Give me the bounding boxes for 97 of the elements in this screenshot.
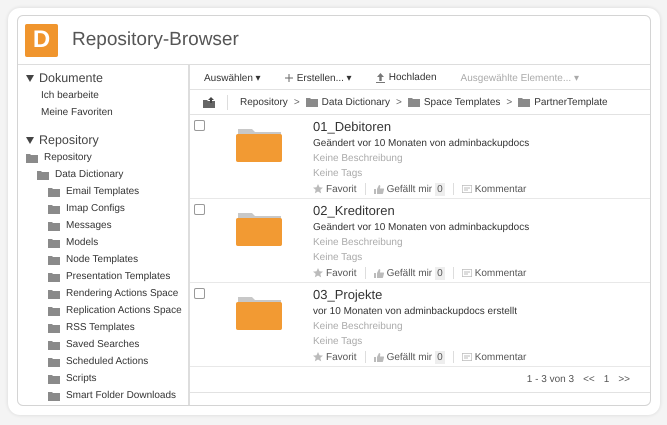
favorite-link[interactable]: Favorit xyxy=(326,352,357,363)
pagination-summary: 1 - 3 von 3 xyxy=(526,374,574,385)
tree-item[interactable]: Rendering Actions Space xyxy=(66,288,178,299)
app-logo: D xyxy=(25,24,58,56)
folder-icon xyxy=(48,356,60,366)
tree-item[interactable]: Repository xyxy=(44,152,92,163)
folder-name-link[interactable]: 03_Projekte xyxy=(313,287,526,304)
tree-item[interactable]: Imap Configs xyxy=(66,203,125,214)
previous-page-link[interactable]: << xyxy=(583,374,595,385)
breadcrumb-link[interactable]: Space Templates xyxy=(424,96,500,108)
description-text: Keine Beschreibung xyxy=(313,320,403,332)
checkbox[interactable] xyxy=(194,204,205,215)
toolbar-button[interactable]: Auswählen ▾ xyxy=(204,72,261,84)
like-count: 0 xyxy=(435,350,445,364)
star-icon xyxy=(313,268,323,278)
folder-icon[interactable] xyxy=(236,129,282,162)
checkbox[interactable] xyxy=(194,120,205,131)
like-link[interactable]: Gefällt mir xyxy=(386,352,432,363)
tree-item[interactable]: Email Templates xyxy=(66,186,140,197)
section-heading[interactable]: Dokumente xyxy=(39,71,103,85)
tags-text: Keine Tags xyxy=(313,168,362,179)
folder-icon xyxy=(48,340,60,350)
comment-icon xyxy=(462,353,472,362)
next-page-link[interactable]: >> xyxy=(618,374,630,385)
checkbox[interactable] xyxy=(194,288,205,299)
folder-icon xyxy=(48,254,60,264)
thumbs-up-icon xyxy=(374,184,384,194)
comment-icon xyxy=(462,269,472,278)
folder-icon xyxy=(48,374,60,384)
sidebar-link[interactable]: Ich bearbeite xyxy=(41,90,99,101)
folder-icon xyxy=(48,220,60,230)
folder-icon xyxy=(37,170,49,180)
expand-toggle-icon[interactable] xyxy=(26,136,34,144)
folder-icon xyxy=(48,288,60,298)
tree-item[interactable]: Models xyxy=(66,237,98,248)
favorite-link[interactable]: Favorit xyxy=(326,268,357,279)
like-link[interactable]: Gefällt mir xyxy=(386,184,432,195)
folder-icon xyxy=(518,97,530,107)
plus-icon xyxy=(284,74,293,82)
folder-name-link[interactable]: 01_Debitoren xyxy=(313,119,530,136)
tree-item[interactable]: Scripts xyxy=(66,373,97,384)
star-icon xyxy=(313,352,323,362)
folder-icon xyxy=(48,306,60,316)
modified-text: vor 10 Monaten von adminbackupdocs erstellt xyxy=(313,306,518,316)
tree-item[interactable]: RSS Templates xyxy=(66,322,135,333)
description-text: Keine Beschreibung xyxy=(313,152,403,164)
tree-item[interactable]: Scheduled Actions xyxy=(66,356,148,367)
comment-link[interactable]: Kommentar xyxy=(474,268,526,279)
folder-icon xyxy=(408,97,420,107)
parent-folder-icon[interactable] xyxy=(203,96,215,108)
folder-icon[interactable] xyxy=(236,297,282,330)
tree-item[interactable]: Data Dictionary xyxy=(55,169,124,180)
page-title: Repository-Browser xyxy=(72,29,239,51)
toolbar-button[interactable]: Hochladen xyxy=(376,72,437,83)
page-link[interactable]: 1 xyxy=(604,374,610,385)
star-icon xyxy=(313,184,323,194)
folder-icon xyxy=(48,238,60,248)
folder-icon xyxy=(48,204,60,214)
breadcrumb-separator: > xyxy=(396,96,402,108)
comment-icon xyxy=(462,185,472,194)
tree-item[interactable]: Presentation Templates xyxy=(66,271,170,282)
folder-icon[interactable] xyxy=(236,213,282,246)
sidebar-link[interactable]: Meine Favoriten xyxy=(41,107,113,118)
section-heading[interactable]: Repository xyxy=(39,133,99,147)
breadcrumb-link[interactable]: Data Dictionary xyxy=(322,96,390,108)
like-count: 0 xyxy=(435,266,445,280)
folder-name-link[interactable]: 02_Kreditoren xyxy=(313,203,530,220)
tree-item[interactable]: Messages xyxy=(66,220,112,231)
folder-icon xyxy=(48,322,60,332)
breadcrumb-separator: > xyxy=(506,96,512,108)
like-link[interactable]: Gefällt mir xyxy=(386,268,432,279)
tree-item[interactable]: Replication Actions Space xyxy=(66,305,182,316)
toolbar-button[interactable]: Erstellen... ▾ xyxy=(284,72,352,84)
favorite-link[interactable]: Favorit xyxy=(326,184,357,195)
like-count: 0 xyxy=(435,182,445,196)
description-text: Keine Beschreibung xyxy=(313,236,403,248)
breadcrumb-link[interactable]: Repository xyxy=(240,96,288,108)
expand-toggle-icon[interactable] xyxy=(26,74,34,82)
tags-text: Keine Tags xyxy=(313,252,362,263)
tags-text: Keine Tags xyxy=(313,336,362,347)
folder-icon xyxy=(26,152,38,162)
modified-text: Geändert vor 10 Monaten von adminbackupdocs xyxy=(313,222,530,232)
upload-icon xyxy=(376,72,385,82)
comment-link[interactable]: Kommentar xyxy=(474,184,526,195)
breadcrumb-link[interactable]: PartnerTemplate xyxy=(534,96,608,108)
breadcrumb-separator: > xyxy=(294,96,300,108)
tree-item[interactable]: Smart Folder Downloads xyxy=(66,390,176,401)
folder-icon xyxy=(48,186,60,196)
comment-link[interactable]: Kommentar xyxy=(474,352,526,363)
tree-item[interactable]: Saved Searches xyxy=(66,339,140,350)
thumbs-up-icon xyxy=(374,352,384,362)
thumbs-up-icon xyxy=(374,268,384,278)
folder-icon xyxy=(48,272,60,282)
folder-icon xyxy=(306,97,318,107)
folder-icon xyxy=(48,390,60,400)
tree-item[interactable]: Node Templates xyxy=(66,254,138,265)
modified-text: Geändert vor 10 Monaten von adminbackupdocs xyxy=(313,138,530,148)
